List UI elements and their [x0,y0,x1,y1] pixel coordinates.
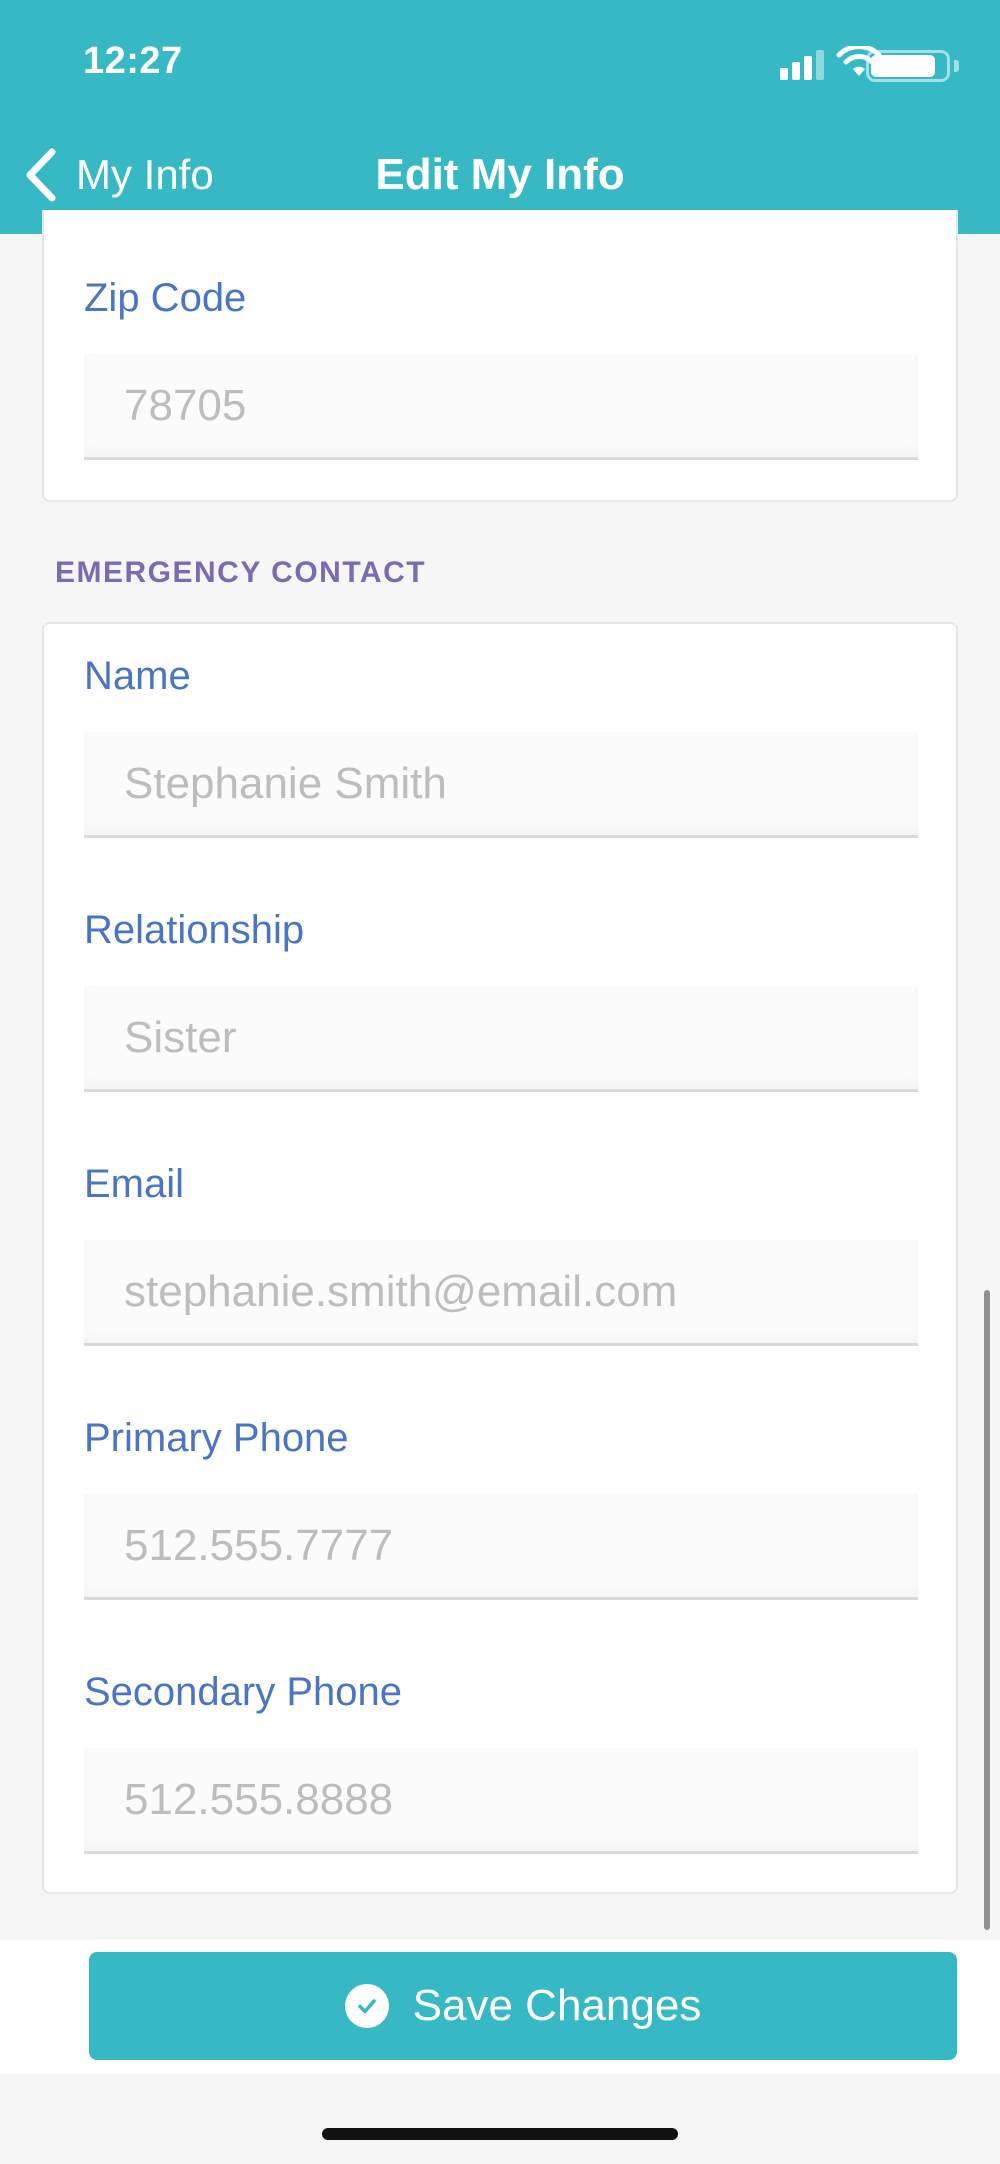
check-circle-icon [344,1984,389,2028]
relationship-input[interactable] [84,986,918,1092]
battery-icon [866,50,960,82]
save-changes-label: Save Changes [412,1981,702,2030]
emergency-contact-card: Name Relationship Email Primary Phone Se… [42,622,958,1894]
emergency-contact-header: EMERGENCY CONTACT [55,556,427,589]
signal-icon [780,50,824,80]
secondary-phone-label: Secondary Phone [84,1670,403,1714]
zip-code-input[interactable] [84,354,918,460]
top-bar: 12:27 My Info Edit My Info [0,0,1000,234]
zip-code-label: Zip Code [84,276,247,320]
secondary-phone-input[interactable] [84,1748,918,1854]
home-indicator[interactable] [322,2128,678,2140]
relationship-label: Relationship [84,908,305,952]
email-label: Email [84,1162,185,1206]
email-input[interactable] [84,1240,918,1346]
page-title: Edit My Info [375,150,625,199]
status-time: 12:27 [83,40,183,82]
scrollbar[interactable] [984,1290,990,1930]
name-input[interactable] [84,732,918,838]
address-card: Zip Code [42,210,958,502]
primary-phone-input[interactable] [84,1494,918,1600]
name-label: Name [84,654,191,698]
primary-phone-label: Primary Phone [84,1416,349,1460]
save-changes-button[interactable]: Save Changes [89,1952,957,2060]
